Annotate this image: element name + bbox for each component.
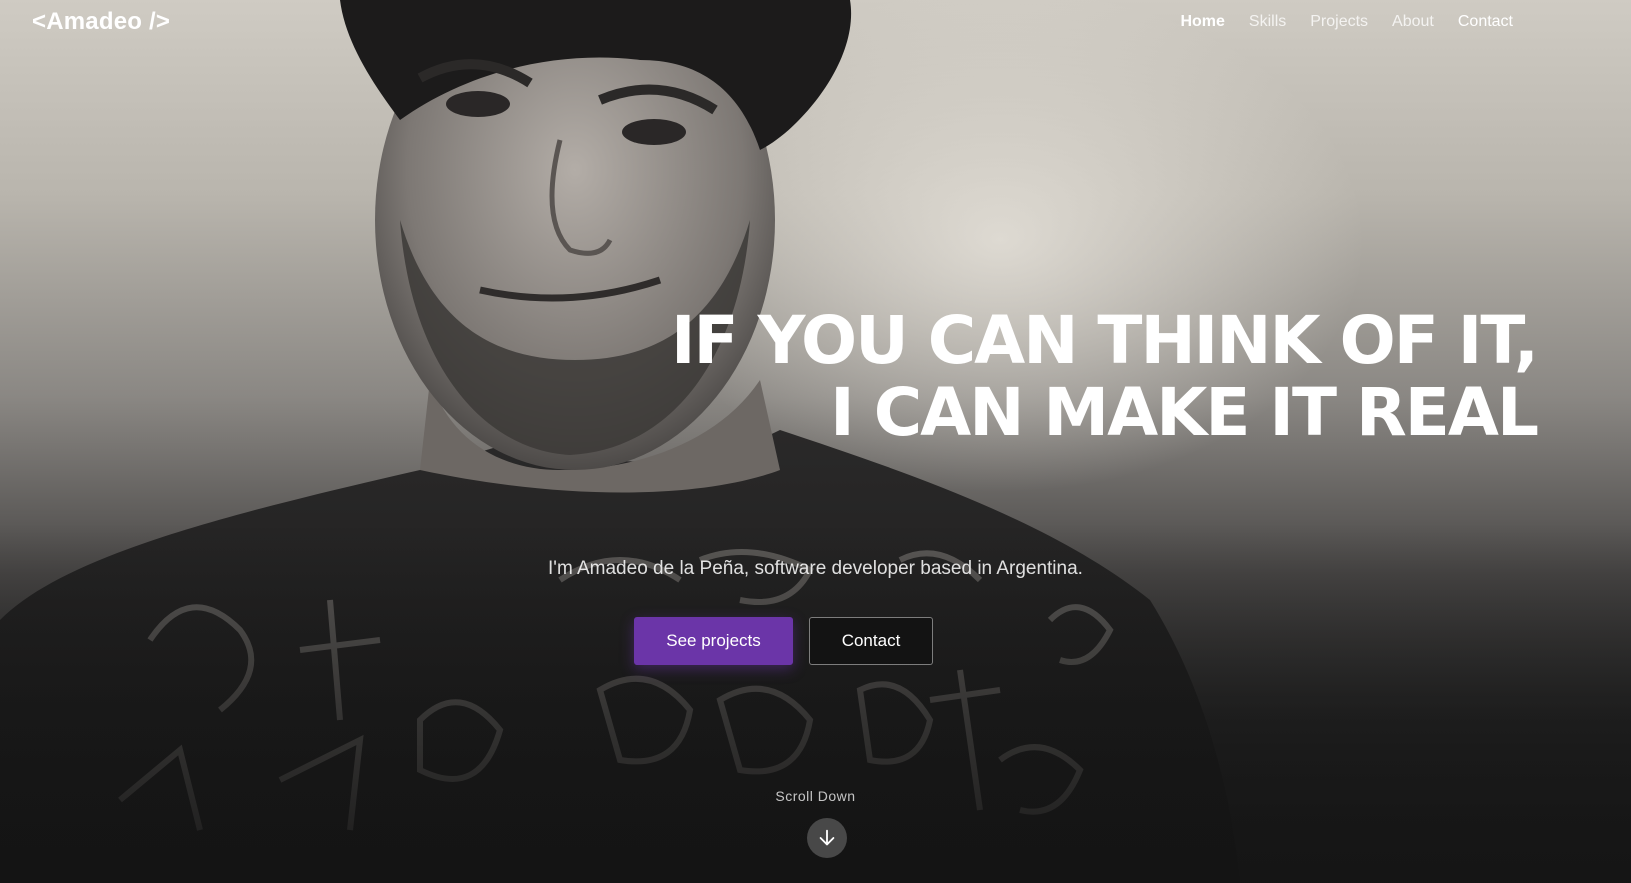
main-nav: Home Skills Projects About Contact: [1180, 13, 1513, 31]
headline-line-2: I CAN MAKE IT REAL: [830, 374, 1539, 451]
hero-headline: IF YOU CAN THINK OF IT, I CAN MAKE IT RE…: [670, 302, 1539, 451]
nav-item-contact[interactable]: Contact: [1458, 13, 1513, 31]
nav-item-skills[interactable]: Skills: [1249, 13, 1286, 31]
nav-item-projects[interactable]: Projects: [1310, 13, 1368, 31]
headline-line-1: IF YOU CAN THINK OF IT,: [670, 302, 1539, 379]
hero-intro-text: I'm Amadeo de la Peña, software develope…: [548, 558, 1083, 579]
scroll-down-button[interactable]: [807, 818, 847, 858]
nav-item-home[interactable]: Home: [1180, 13, 1224, 31]
hero-section: <Amadeo /> Home Skills Projects About Co…: [0, 0, 1631, 883]
nav-item-about[interactable]: About: [1392, 13, 1434, 31]
hero-actions: See projects Contact: [634, 617, 933, 665]
see-projects-button[interactable]: See projects: [634, 617, 793, 665]
site-logo[interactable]: <Amadeo />: [32, 8, 170, 36]
scroll-down-label: Scroll Down: [775, 788, 856, 804]
arrow-down-icon: [819, 829, 835, 846]
contact-button[interactable]: Contact: [809, 617, 933, 665]
